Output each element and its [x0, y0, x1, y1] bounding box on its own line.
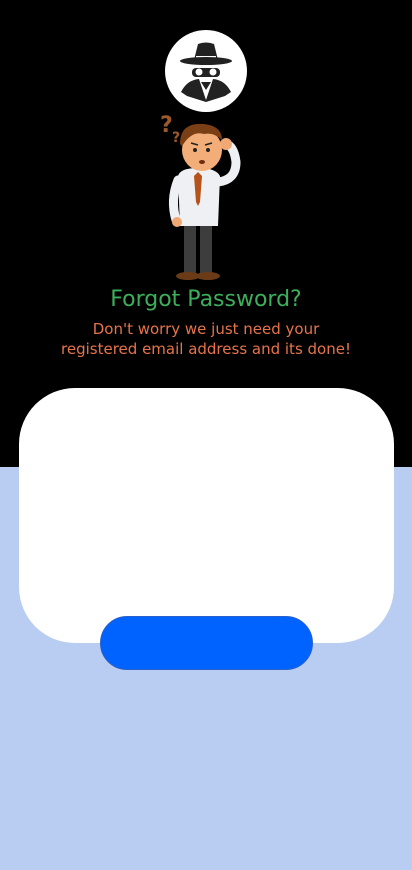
spy-icon [180, 42, 232, 102]
page-title: Forgot Password? [110, 287, 302, 312]
page-subtitle: Don't worry we just need your registered… [61, 320, 351, 358]
svg-text:?: ? [172, 130, 180, 146]
form-card [19, 388, 394, 643]
svg-text:?: ? [160, 113, 173, 138]
app-logo [165, 30, 247, 112]
confused-man-illustration: ? ? [160, 113, 241, 280]
submit-button[interactable] [100, 616, 313, 670]
